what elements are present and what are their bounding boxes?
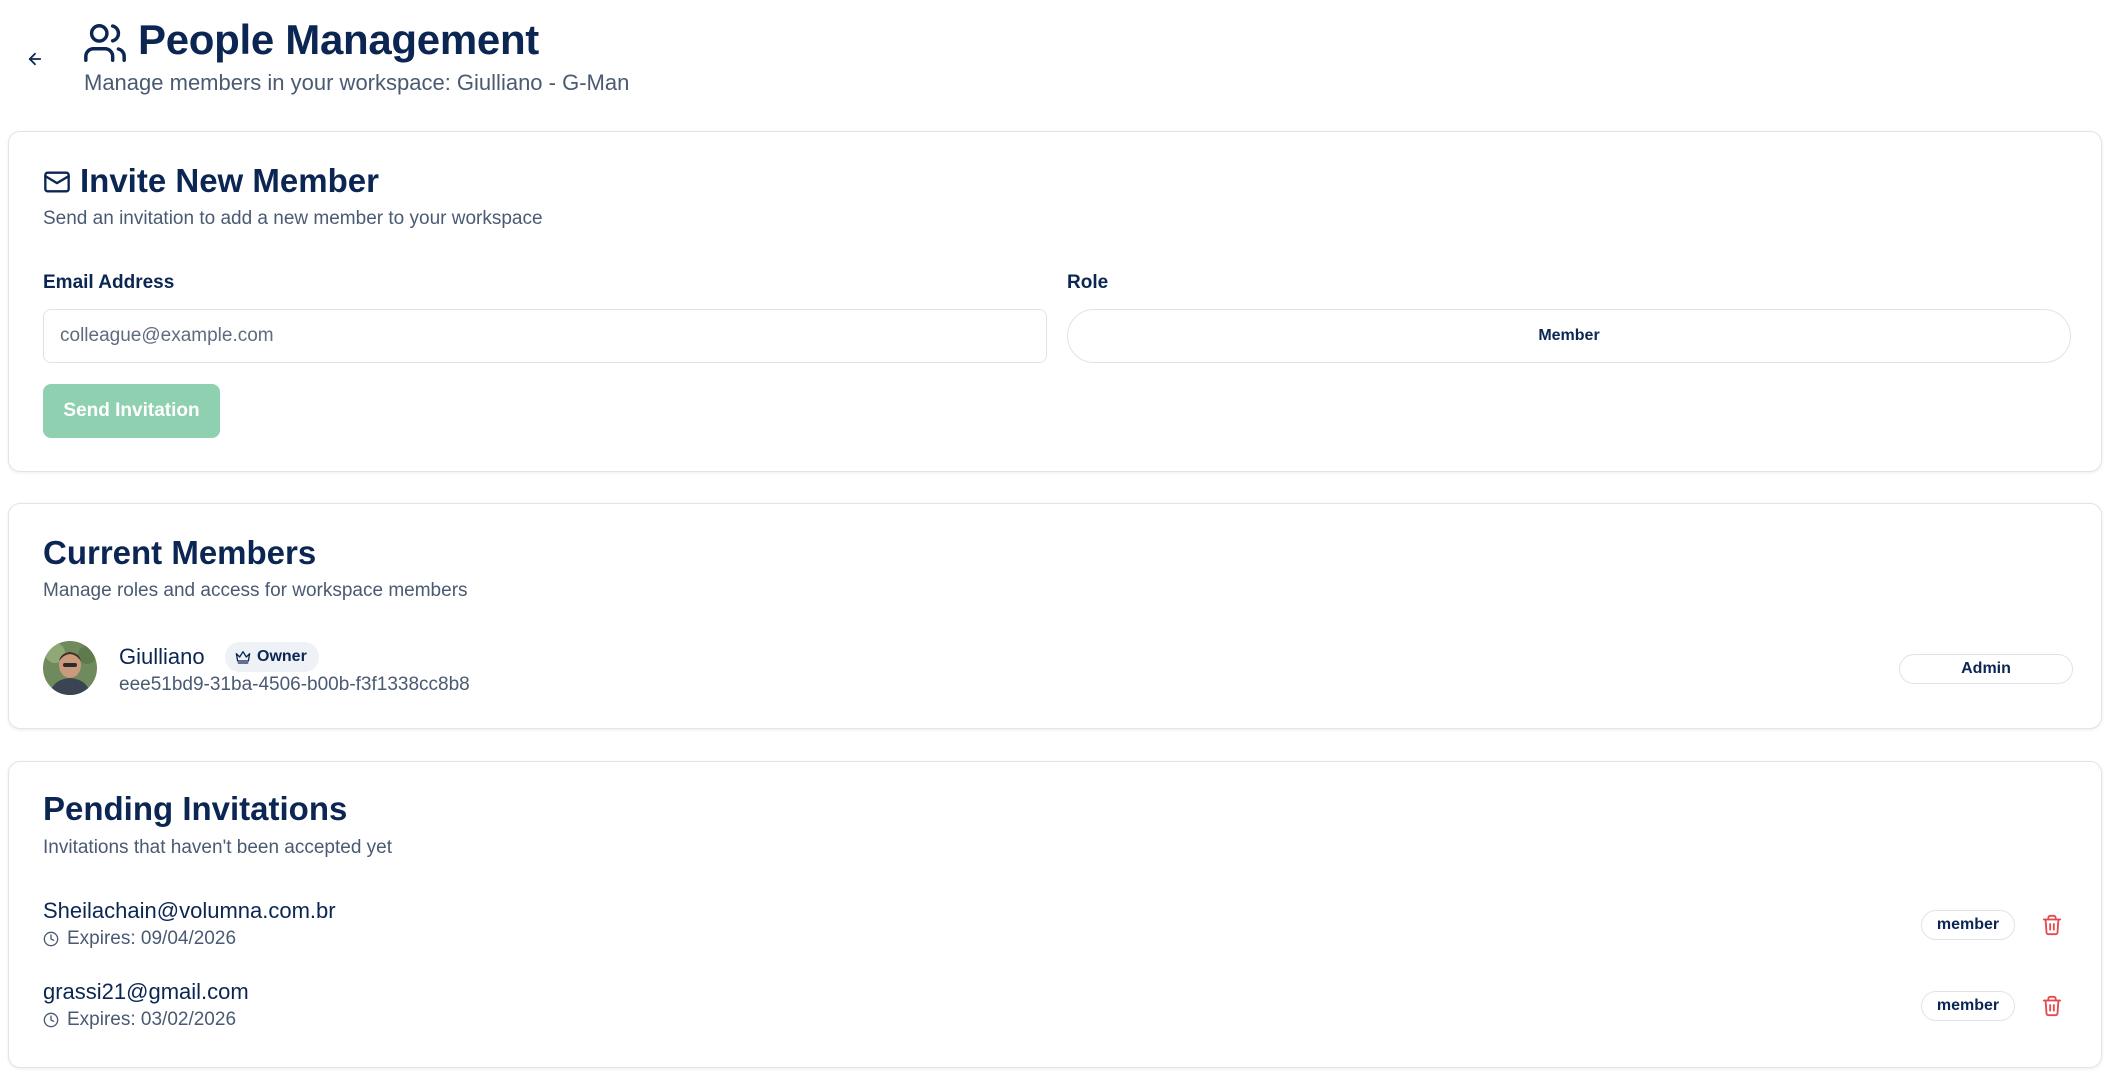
- member-id: eee51bd9-31ba-4506-b00b-f3f1338cc8b8: [119, 674, 470, 695]
- pending-description: Invitations that haven't been accepted y…: [43, 837, 393, 858]
- invite-expiry: Expires: 09/04/2026: [43, 928, 236, 950]
- invite-role-value: member: [1936, 916, 2000, 933]
- delete-invite-button[interactable]: [2037, 991, 2067, 1021]
- email-input[interactable]: [43, 309, 1047, 363]
- members-title: Current Members: [43, 534, 317, 571]
- member-row: Giulliano Owner eee51bd9-31ba-4506-b00b-…: [43, 636, 2073, 698]
- email-label: Email Address: [43, 272, 175, 293]
- trash-icon: [2042, 914, 2062, 936]
- crown-icon: [235, 651, 251, 664]
- pending-invite-row: grassi21@gmail.com Expires: 03/02/2026 m…: [43, 979, 2073, 1041]
- invite-role-badge[interactable]: member: [1921, 991, 2015, 1021]
- role-select-value: Member: [1538, 327, 1600, 344]
- members-description: Manage roles and access for workspace me…: [43, 580, 468, 601]
- role-label: Role: [1067, 272, 1109, 293]
- owner-badge-label: Owner: [257, 648, 307, 665]
- clock-icon: [43, 1012, 59, 1028]
- invite-description: Send an invitation to add a new member t…: [43, 208, 543, 229]
- mail-icon: [44, 171, 70, 193]
- invite-email: grassi21@gmail.com: [43, 979, 249, 1004]
- trash-icon: [2042, 995, 2062, 1017]
- delete-invite-button[interactable]: [2037, 910, 2067, 940]
- avatar: [43, 641, 97, 695]
- current-members-card: Current Members Manage roles and access …: [8, 503, 2102, 729]
- page-title: People Management: [138, 16, 539, 63]
- arrow-left-icon: [28, 52, 42, 66]
- invite-expiry-text: Expires: 09/04/2026: [67, 928, 237, 949]
- send-invitation-button[interactable]: Send Invitation: [43, 384, 220, 438]
- back-button[interactable]: [20, 44, 50, 74]
- people-management-page: People Management Manage members in your…: [0, 0, 2109, 1074]
- pending-title: Pending Invitations: [43, 790, 348, 827]
- owner-badge: Owner: [225, 642, 319, 672]
- invite-expiry: Expires: 03/02/2026: [43, 1009, 236, 1031]
- member-role-select[interactable]: Admin: [1899, 654, 2073, 684]
- clock-icon: [43, 931, 59, 947]
- page-subtitle: Manage members in your workspace: Giulli…: [84, 70, 630, 95]
- invite-role-badge[interactable]: member: [1921, 910, 2015, 940]
- invite-expiry-text: Expires: 03/02/2026: [67, 1009, 237, 1030]
- invite-email: Sheilachain@volumna.com.br: [43, 898, 336, 923]
- invite-title: Invite New Member: [80, 162, 379, 199]
- member-name: Giulliano: [119, 644, 205, 669]
- member-role-value: Admin: [1961, 660, 2011, 677]
- invite-role-value: member: [1936, 997, 2000, 1014]
- pending-invite-row: Sheilachain@volumna.com.br Expires: 09/0…: [43, 898, 2073, 960]
- users-icon: [84, 24, 126, 62]
- invite-member-card: Invite New Member Send an invitation to …: [8, 131, 2102, 472]
- pending-invitations-card: Pending Invitations Invitations that hav…: [8, 761, 2102, 1068]
- role-select[interactable]: Member: [1067, 309, 2071, 363]
